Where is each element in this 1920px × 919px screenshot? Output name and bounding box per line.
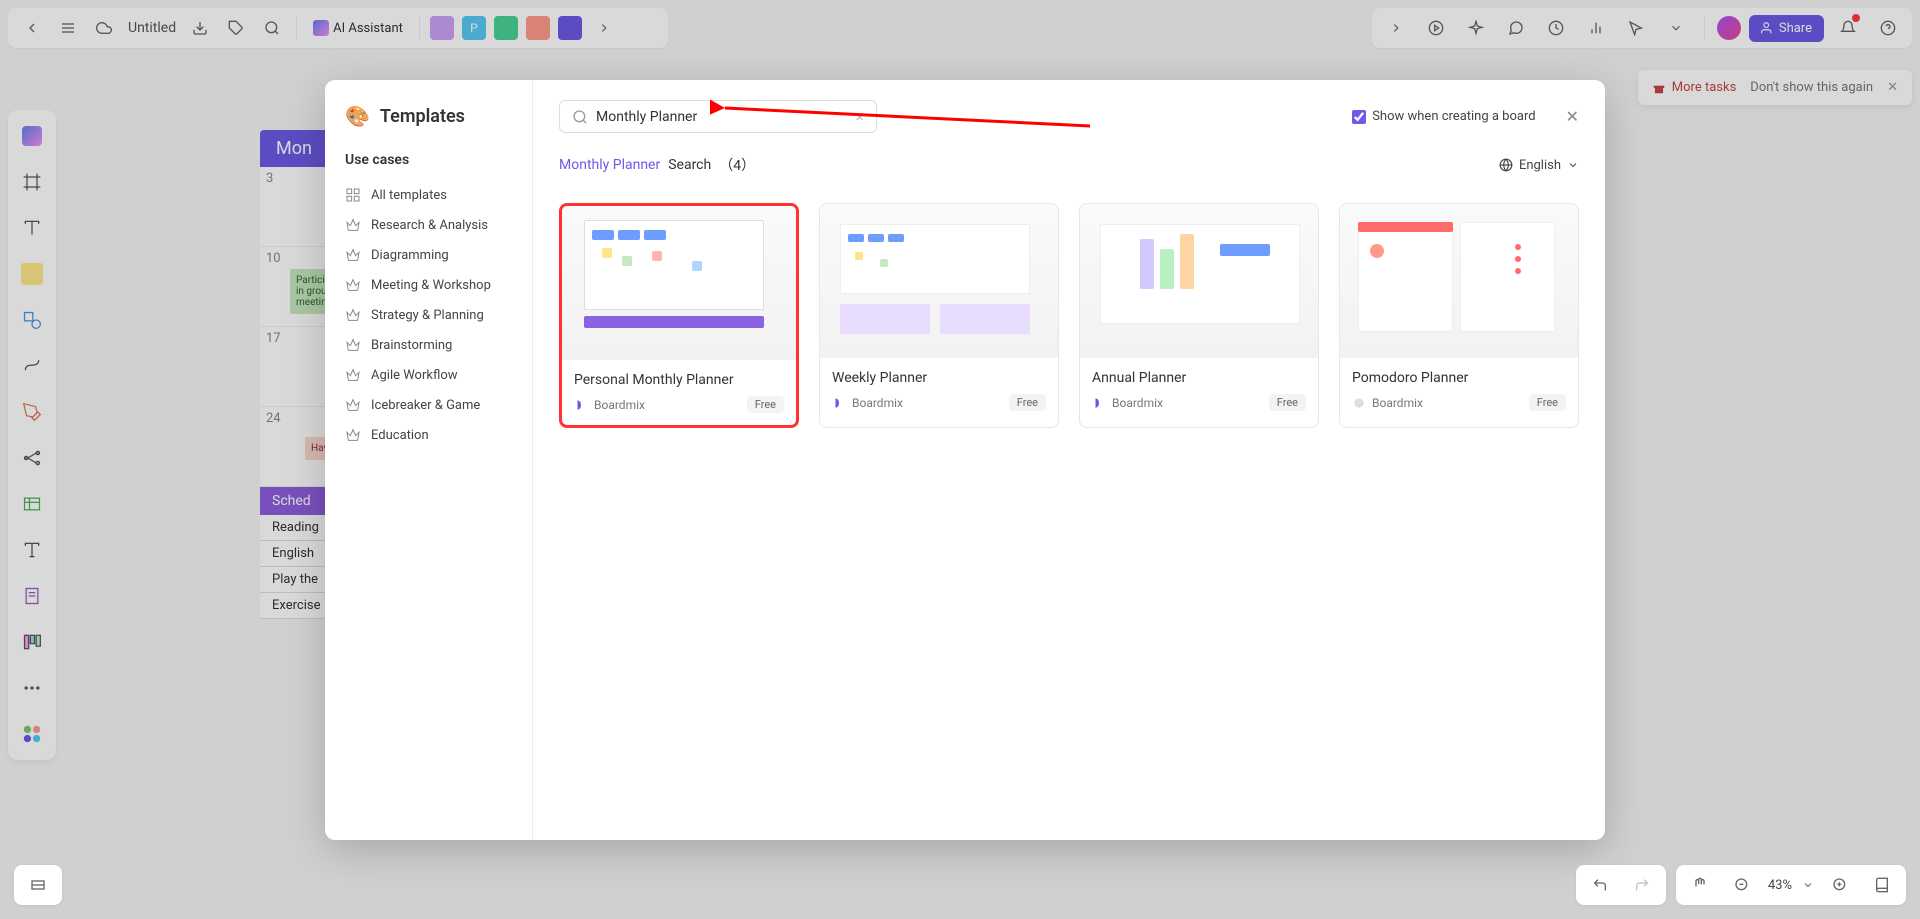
undo-icon [1592,877,1608,893]
minus-icon [1734,877,1750,893]
language-label: English [1519,158,1561,173]
boardmix-icon [832,396,846,410]
template-card-pomodoro[interactable]: Pomodoro Planner Boardmix Free [1339,203,1579,428]
card-title: Weekly Planner [832,370,1046,386]
redo-button[interactable] [1626,869,1658,901]
templates-title: 🎨 Templates [345,104,532,128]
hand-icon [1692,877,1708,893]
modal-close[interactable]: ✕ [1566,107,1579,126]
clear-search[interactable]: × [855,107,864,126]
globe-icon [1499,158,1513,172]
sidebar-item-agile[interactable]: Agile Workflow [345,360,532,390]
card-title: Personal Monthly Planner [574,372,784,388]
template-card-annual[interactable]: Annual Planner Boardmix Free [1079,203,1319,428]
zoom-level[interactable]: 43% [1768,878,1792,893]
layers-icon [30,877,46,893]
sidebar-label: Agile Workflow [371,368,458,383]
sidebar-item-research[interactable]: Research & Analysis [345,210,532,240]
boardmix-icon [1352,396,1366,410]
crown-icon [345,247,361,263]
use-cases-heading: Use cases [345,152,532,168]
sidebar-item-strategy[interactable]: Strategy & Planning [345,300,532,330]
sidebar-item-icebreaker[interactable]: Icebreaker & Game [345,390,532,420]
boardmix-icon [1092,396,1106,410]
sidebar-item-brainstorming[interactable]: Brainstorming [345,330,532,360]
card-preview [562,206,796,360]
templates-icon: 🎨 [345,104,370,128]
show-when-checkbox[interactable] [1352,110,1366,124]
modal-sidebar: 🎨 Templates Use cases All templates Rese… [325,80,533,840]
card-preview [1340,204,1578,358]
redo-icon [1634,877,1650,893]
card-author: Boardmix [1372,396,1423,410]
boardmix-icon [574,398,588,412]
search-box: × [559,100,877,133]
card-title: Annual Planner [1092,370,1306,386]
crumb-link[interactable]: Monthly Planner [559,157,660,173]
crumb-count: （4） [719,155,755,175]
sidebar-item-all-templates[interactable]: All templates [345,180,532,210]
search-icon [572,109,588,125]
crown-icon [345,277,361,293]
template-search-input[interactable] [596,109,847,125]
card-title: Pomodoro Planner [1352,370,1566,386]
sidebar-label: Education [371,428,429,443]
pan-button[interactable] [1684,869,1716,901]
sidebar-item-diagramming[interactable]: Diagramming [345,240,532,270]
card-preview [1080,204,1318,358]
free-badge: Free [1269,394,1306,411]
card-author: Boardmix [594,398,645,412]
free-badge: Free [747,396,784,413]
zoom-out-button[interactable] [1726,869,1758,901]
chevron-down-icon [1802,879,1814,891]
card-author: Boardmix [852,396,903,410]
crumb-search: Search [668,157,711,173]
sidebar-label: Meeting & Workshop [371,278,491,293]
sidebar-label: Brainstorming [371,338,452,353]
crown-icon [345,367,361,383]
sidebar-label: Strategy & Planning [371,308,484,323]
language-selector[interactable]: English [1499,158,1579,173]
sidebar-label: Icebreaker & Game [371,398,480,413]
template-card-weekly[interactable]: Weekly Planner Boardmix Free [819,203,1059,428]
fit-button[interactable] [1866,869,1898,901]
sidebar-item-meeting[interactable]: Meeting & Workshop [345,270,532,300]
layers-button[interactable] [22,869,54,901]
breadcrumb: Monthly Planner Search （4） English [559,155,1579,175]
crown-icon [345,397,361,413]
crown-icon [345,337,361,353]
sidebar-label: Research & Analysis [371,218,488,233]
sidebar-label: All templates [371,188,447,203]
show-when-label: Show when creating a board [1372,109,1535,124]
chevron-down-icon [1567,159,1579,171]
undo-button[interactable] [1584,869,1616,901]
grid-icon [345,187,361,203]
plus-icon [1832,877,1848,893]
templates-modal: 🎨 Templates Use cases All templates Rese… [325,80,1605,840]
crown-icon [345,307,361,323]
zoom-in-button[interactable] [1824,869,1856,901]
free-badge: Free [1009,394,1046,411]
template-card-personal-monthly[interactable]: Personal Monthly Planner Boardmix Free [559,203,799,428]
modal-content: × Show when creating a board ✕ Monthly P… [533,80,1605,840]
crown-icon [345,427,361,443]
free-badge: Free [1529,394,1566,411]
card-author: Boardmix [1112,396,1163,410]
sidebar-item-education[interactable]: Education [345,420,532,450]
sidebar-label: Diagramming [371,248,449,263]
card-preview [820,204,1058,358]
crown-icon [345,217,361,233]
book-icon [1874,877,1890,893]
